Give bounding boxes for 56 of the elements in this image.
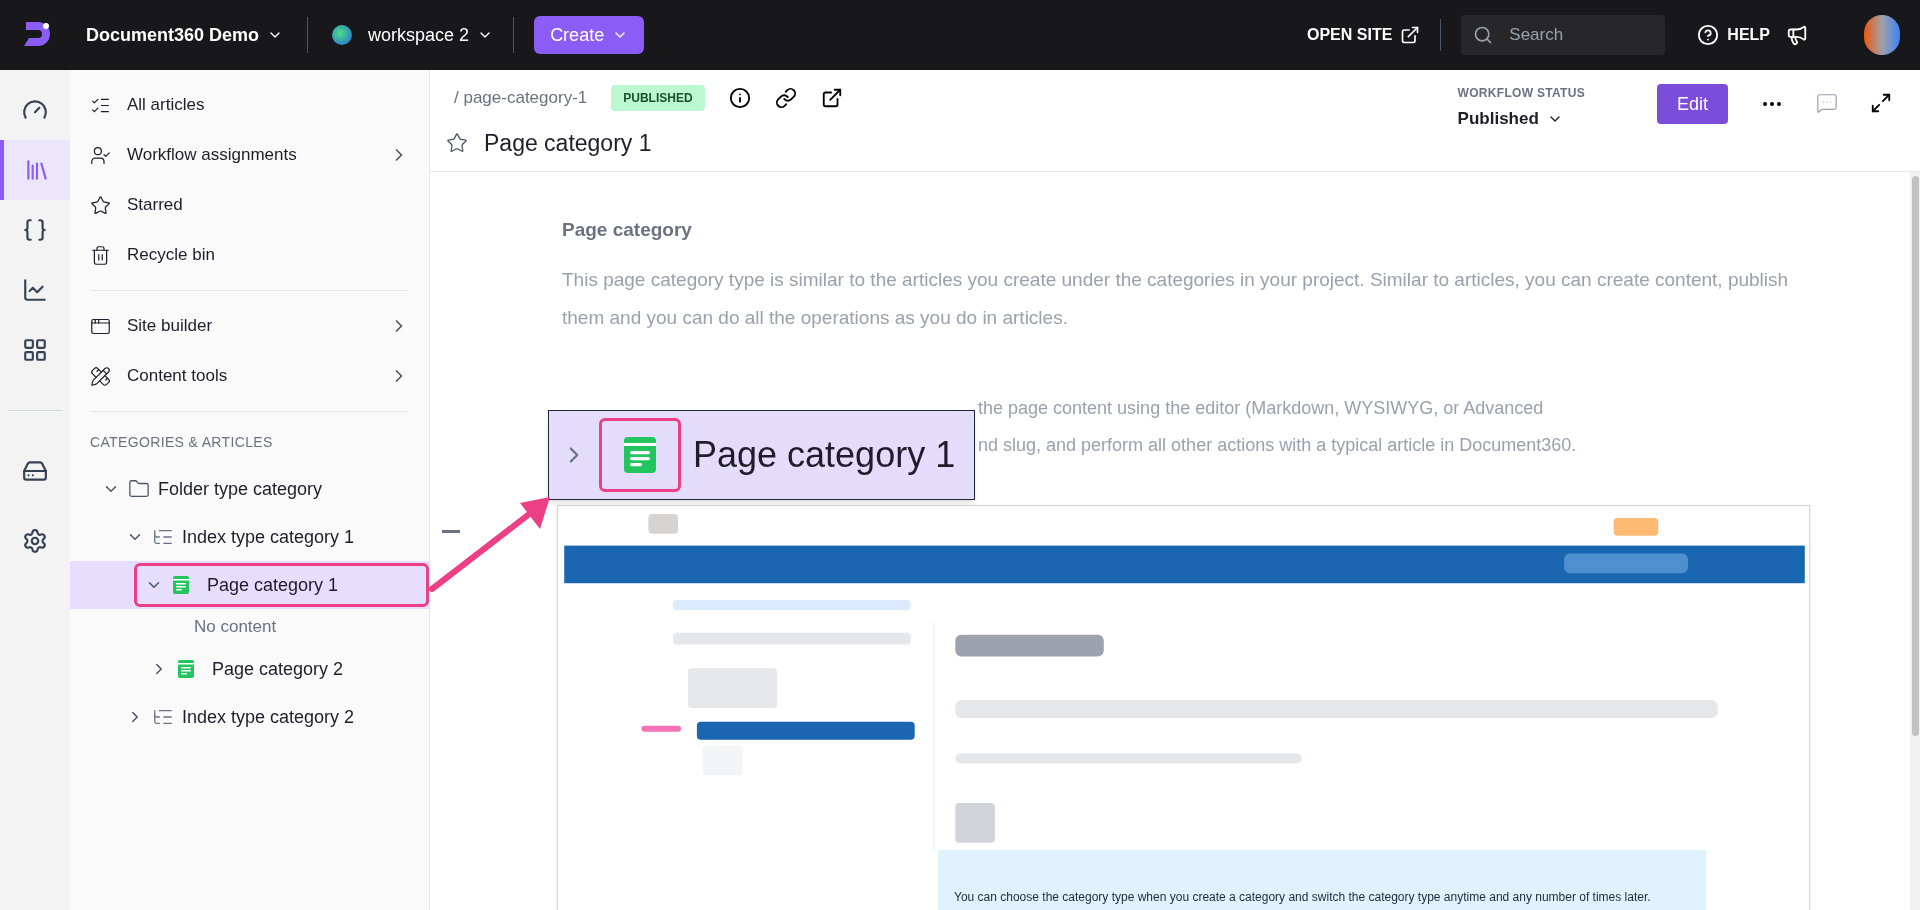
star-icon[interactable]	[446, 132, 468, 155]
tree-item[interactable]: Index type category 2	[110, 695, 370, 739]
settings-icon	[22, 528, 48, 554]
content-heading: Page category	[562, 218, 693, 242]
info-icon[interactable]	[728, 87, 751, 109]
tree-item[interactable]: Page category 2	[134, 647, 359, 691]
tree-item[interactable]: Index type category 1	[110, 515, 370, 559]
article-title: Page category 1	[484, 129, 652, 158]
nav-item[interactable]: Content tools	[70, 351, 429, 401]
page-icon	[176, 659, 196, 679]
open-site-link[interactable]: OPEN SITE	[1306, 23, 1421, 47]
create-button[interactable]: Create	[534, 16, 645, 54]
grid-icon	[22, 337, 48, 363]
external-link-icon[interactable]	[820, 87, 843, 109]
paragraph-line: the page content using the editor (Markdown, WYSIWYG, or Advanced	[978, 396, 1545, 420]
nav-item[interactable]: Starred	[70, 180, 429, 230]
nav-item[interactable]: Workflow assignments	[70, 130, 429, 180]
nav-item[interactable]: Site builder	[70, 301, 429, 351]
comment-icon[interactable]	[1816, 92, 1838, 114]
megaphone-icon[interactable]	[1786, 24, 1808, 46]
help-icon	[1697, 24, 1720, 46]
project-dropdown[interactable]: Document360 Demo	[86, 21, 284, 49]
page-icon	[171, 575, 191, 595]
status-badge: PUBLISHED	[611, 85, 705, 111]
paragraph-line: nd slug, and perform all other actions with a typical article in Document360.	[978, 433, 1578, 457]
pencil-ruler-icon	[90, 365, 111, 387]
nav-item[interactable]: All articles	[70, 80, 429, 130]
help-button[interactable]: HELP	[1697, 23, 1770, 47]
callout-label: Page category 1	[693, 433, 956, 477]
user-check-icon	[90, 144, 111, 166]
search-icon	[1473, 25, 1494, 45]
section-title: CATEGORIES & ARTICLES	[89, 433, 274, 452]
avatar[interactable]	[1864, 15, 1900, 55]
trash-icon	[90, 244, 111, 266]
chart-icon	[22, 277, 48, 303]
tree-item[interactable]: Page category 1	[134, 563, 429, 607]
star-icon	[90, 194, 111, 216]
info-note: You can choose the category type when you create a category and switch the category type anytime and any number of times later.	[938, 850, 1706, 910]
edit-button[interactable]: Edit	[1656, 84, 1728, 124]
tree-item[interactable]: Folder type category	[86, 467, 338, 511]
workspace-dropdown[interactable]: workspace 2	[332, 21, 494, 49]
braces-icon	[22, 217, 48, 243]
drive-icon	[22, 458, 48, 484]
library-icon	[24, 157, 50, 183]
workflow-dropdown[interactable]: Published	[1457, 106, 1585, 132]
folder-icon	[128, 478, 150, 500]
workflow-label: WORKFLOW STATUS	[1457, 85, 1585, 102]
nav-item[interactable]: Recycle bin	[70, 230, 429, 280]
slug-text: / page-category-1	[454, 87, 588, 110]
expand-icon[interactable]	[1870, 92, 1892, 114]
link-icon[interactable]	[774, 87, 797, 109]
empty-label: No content	[194, 616, 277, 639]
external-link-icon	[1400, 25, 1421, 45]
globe-icon	[332, 25, 353, 45]
search-field[interactable]: Search	[1461, 15, 1666, 55]
paragraph: This page category type is similar to the articles you create under the categories in your project. Similar to articles, you can create content, publish them and you can do all the operations as you do in articles.	[562, 267, 1790, 330]
